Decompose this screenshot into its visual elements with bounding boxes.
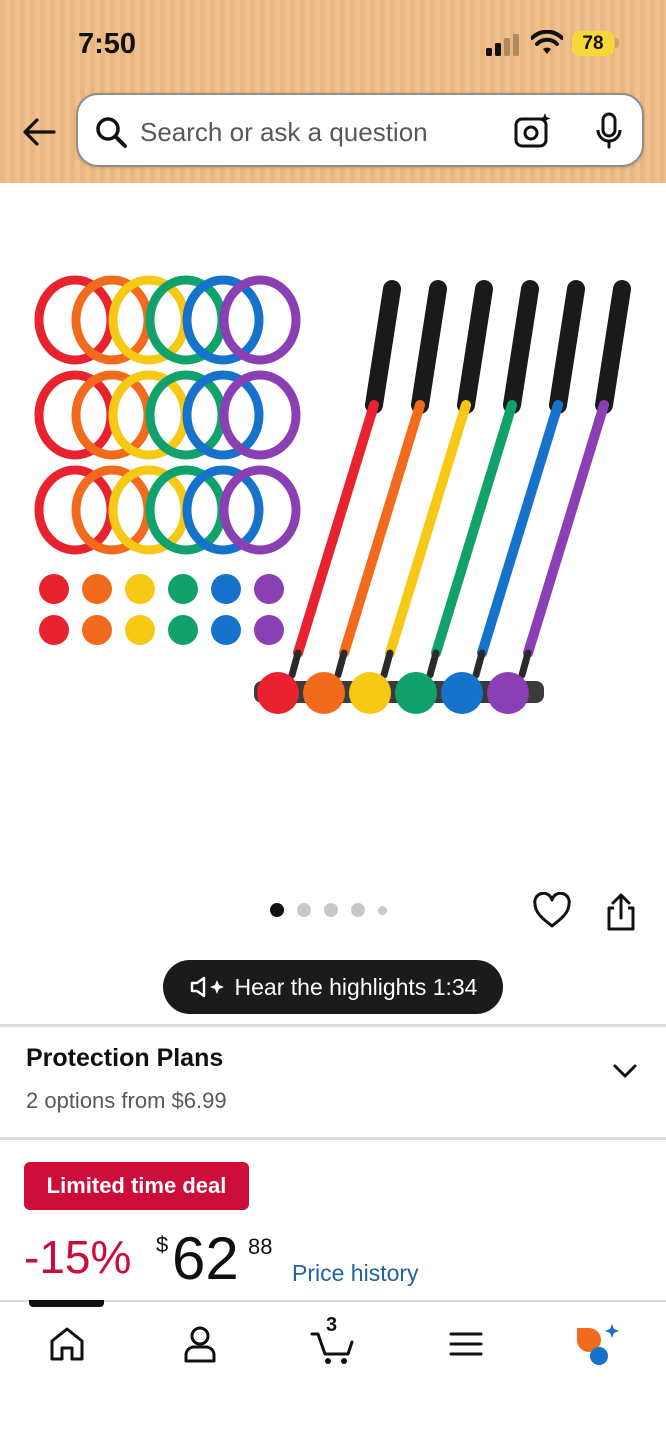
mallet-shaft — [385, 400, 471, 658]
search-icon — [96, 117, 127, 148]
ball — [125, 615, 155, 645]
rufus-assistant-icon[interactable] — [573, 1322, 621, 1366]
carousel-dot[interactable] — [378, 905, 387, 915]
price-whole: 62 — [172, 1225, 239, 1292]
mallet-shaft — [477, 400, 563, 658]
hear-highlights-button[interactable]: Hear the highlights 1:34 — [163, 960, 503, 1014]
carousel-dot[interactable] — [351, 903, 365, 917]
active-tab-indicator — [29, 1300, 104, 1307]
mallet-shaft — [293, 400, 379, 658]
mallet-neck — [472, 649, 486, 679]
microphone-icon[interactable] — [594, 112, 624, 150]
price-fraction: 88 — [248, 1234, 273, 1259]
battery-tip — [615, 38, 619, 48]
signal-icon — [486, 34, 519, 56]
wifi-icon — [531, 30, 563, 54]
bottom-navigation: 3 — [0, 1300, 666, 1440]
ball — [211, 615, 241, 645]
hear-highlights-label: Hear the highlights 1:34 — [234, 973, 478, 1000]
carousel-dot[interactable] — [324, 903, 338, 917]
mallet-shaft — [339, 400, 425, 658]
carousel-dot[interactable] — [270, 903, 284, 917]
mallet-shaft — [523, 400, 609, 658]
chevron-down-icon[interactable] — [610, 1056, 640, 1086]
limited-time-deal-badge: Limited time deal — [24, 1162, 249, 1210]
status-time: 7:50 — [78, 28, 137, 60]
ball — [168, 574, 198, 604]
mallet-grip — [595, 280, 631, 414]
back-arrow-icon — [23, 118, 56, 146]
mallet-neck — [334, 649, 348, 679]
ball — [82, 615, 112, 645]
cart-count-badge: 3 — [326, 1314, 338, 1336]
ball — [39, 574, 69, 604]
account-icon[interactable] — [178, 1322, 222, 1366]
mallet-head-pad — [395, 672, 437, 714]
mallet-grip — [411, 280, 447, 414]
section-divider — [0, 1024, 666, 1027]
menu-icon[interactable] — [444, 1322, 488, 1366]
mallet-shaft — [431, 400, 517, 658]
heart-icon[interactable] — [532, 892, 572, 930]
mallet-head-pad — [303, 672, 345, 714]
back-button[interactable] — [20, 114, 58, 150]
mallet-head-pad — [487, 672, 529, 714]
carousel-dot[interactable] — [297, 903, 311, 917]
ball — [211, 574, 241, 604]
protection-plans-subtitle: 2 options from $6.99 — [26, 1088, 227, 1113]
mallet-grip — [457, 280, 493, 414]
mallet-neck — [426, 649, 440, 679]
mallet-head-pad — [257, 672, 299, 714]
camera-lens-icon[interactable] — [514, 112, 552, 150]
mallet-grip — [503, 280, 539, 414]
speaker-sparkle-icon — [190, 976, 224, 998]
price-history-link[interactable]: Price history — [292, 1260, 419, 1287]
mallet-neck — [288, 649, 302, 679]
mallet-head-pad — [441, 672, 483, 714]
mallet-grip — [549, 280, 585, 414]
ball — [254, 615, 284, 645]
battery-icon: 78 — [572, 31, 614, 56]
price-currency: $ — [156, 1232, 169, 1257]
ball — [82, 574, 112, 604]
mallet-head-pad — [349, 672, 391, 714]
mallet-neck — [518, 649, 532, 679]
search-input[interactable]: Search or ask a question — [76, 93, 644, 167]
mallet-grip — [365, 280, 401, 414]
image-carousel-dots[interactable] — [270, 903, 387, 917]
discount-percentage: -15% — [24, 1231, 132, 1283]
product-image[interactable] — [0, 183, 666, 883]
search-placeholder: Search or ask a question — [140, 117, 428, 147]
header: 7:50 78 Search or ask a question — [0, 0, 666, 183]
share-icon[interactable] — [604, 892, 638, 932]
ball — [125, 574, 155, 604]
mallet-neck — [380, 649, 394, 679]
home-icon[interactable] — [45, 1322, 89, 1366]
protection-plans-title[interactable]: Protection Plans — [26, 1044, 223, 1073]
ball — [168, 615, 198, 645]
ball — [39, 615, 69, 645]
section-divider — [0, 1137, 666, 1140]
ball — [254, 574, 284, 604]
